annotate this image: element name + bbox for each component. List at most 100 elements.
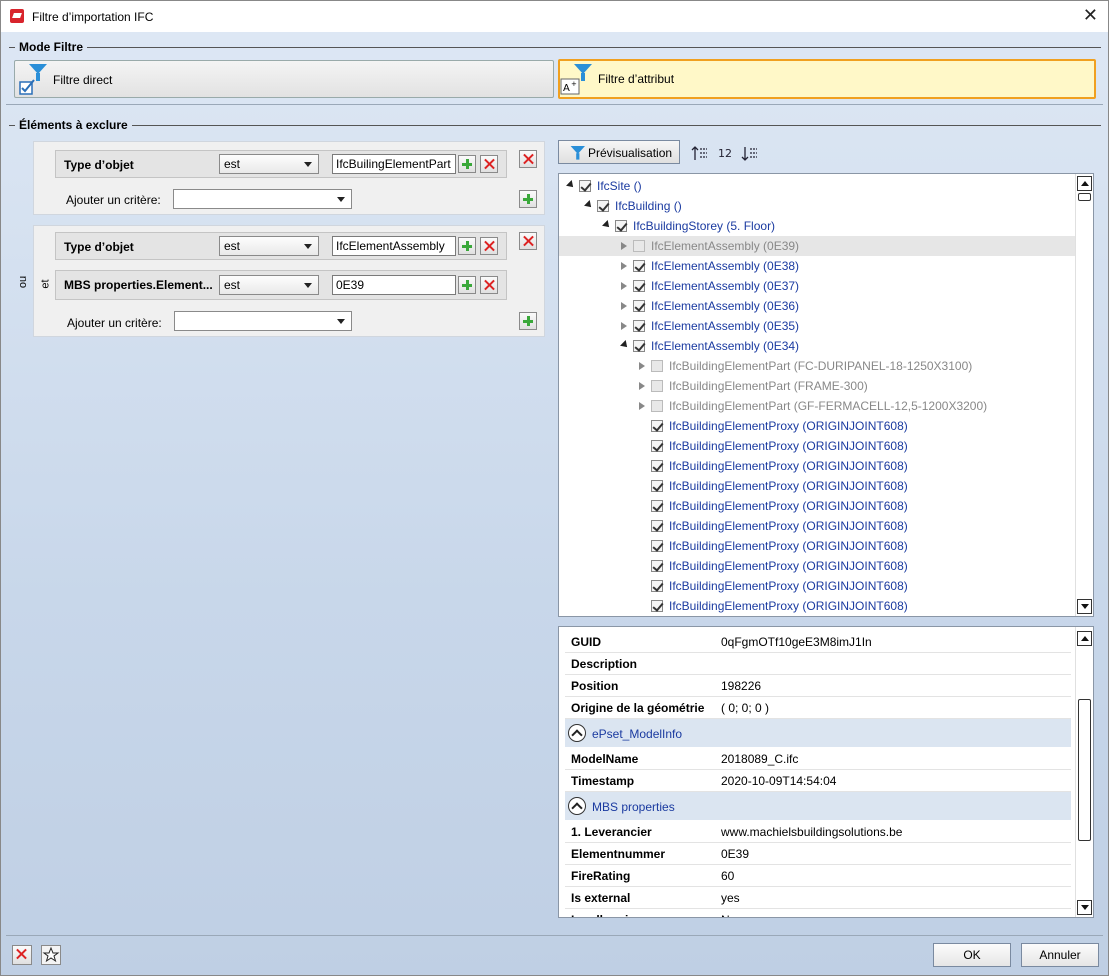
cancel-button[interactable]: Annuler: [1021, 943, 1099, 967]
direct-filter-button[interactable]: Filtre direct: [14, 60, 554, 98]
tree-node-checkbox[interactable]: [633, 340, 645, 352]
collapse-arrow-icon[interactable]: [620, 340, 630, 350]
criterion-value-input[interactable]: 0E39: [332, 275, 456, 295]
tree-node-checkbox[interactable]: [597, 200, 609, 212]
tree-node-checkbox[interactable]: [651, 580, 663, 592]
tree-node[interactable]: IfcBuildingElementProxy (ORIGINJOINT608): [559, 476, 1075, 496]
tree-node[interactable]: IfcBuildingElementPart (GF-FERMACELL-12,…: [559, 396, 1075, 416]
scroll-up-icon[interactable]: [1077, 176, 1092, 191]
collapse-section-icon[interactable]: [568, 724, 586, 742]
tree-node-checkbox[interactable]: [651, 560, 663, 572]
scroll-thumb[interactable]: [1078, 193, 1091, 201]
svg-text:+: +: [571, 80, 577, 88]
tree-node[interactable]: IfcBuildingElementPart (FRAME-300): [559, 376, 1075, 396]
tree-node-checkbox[interactable]: [651, 440, 663, 452]
tree-node-checkbox[interactable]: [651, 380, 663, 392]
expand-arrow-icon[interactable]: [621, 322, 627, 330]
tree-node-checkbox[interactable]: [579, 180, 591, 192]
tree-node[interactable]: IfcElementAssembly (0E36): [559, 296, 1075, 316]
tree-node[interactable]: IfcBuildingElementProxy (ORIGINJOINT608): [559, 456, 1075, 476]
collapse-section-icon[interactable]: [568, 797, 586, 815]
favorite-star-icon[interactable]: [41, 945, 61, 965]
tree-node-checkbox[interactable]: [633, 260, 645, 272]
properties-scrollbar[interactable]: [1075, 627, 1093, 917]
add-group-icon[interactable]: [519, 312, 537, 330]
tree-node[interactable]: IfcBuildingElementProxy (ORIGINJOINT608): [559, 416, 1075, 436]
add-criterion-select[interactable]: [173, 189, 352, 209]
expand-arrow-icon[interactable]: [639, 362, 645, 370]
tree-node[interactable]: IfcBuildingElementProxy (ORIGINJOINT608): [559, 576, 1075, 596]
criterion-value-input[interactable]: IfcBuilingElementPart: [332, 154, 456, 174]
tree-node[interactable]: IfcBuildingElementProxy (ORIGINJOINT608): [559, 596, 1075, 616]
collapse-arrow-icon[interactable]: [584, 200, 594, 210]
expand-arrow-icon[interactable]: [621, 262, 627, 270]
scroll-down-icon[interactable]: [1077, 900, 1092, 915]
tree-node-checkbox[interactable]: [651, 360, 663, 372]
scroll-down-icon[interactable]: [1077, 599, 1092, 614]
tree-node[interactable]: IfcBuilding (): [559, 196, 1075, 216]
tree-node[interactable]: IfcElementAssembly (0E34): [559, 336, 1075, 356]
tree-node-checkbox[interactable]: [651, 500, 663, 512]
tree-node[interactable]: IfcBuildingElementProxy (ORIGINJOINT608): [559, 536, 1075, 556]
delete-criterion-icon[interactable]: [480, 276, 498, 294]
expand-arrow-icon[interactable]: [621, 302, 627, 310]
add-or-criterion-icon[interactable]: [458, 276, 476, 294]
tree-node[interactable]: IfcElementAssembly (0E39): [559, 236, 1075, 256]
scroll-thumb[interactable]: [1078, 699, 1091, 841]
delete-group-icon[interactable]: [519, 150, 537, 168]
clear-filter-icon[interactable]: [12, 945, 32, 965]
add-or-criterion-icon[interactable]: [458, 155, 476, 173]
tree-node-checkbox[interactable]: [651, 600, 663, 612]
tree-node-checkbox[interactable]: [651, 540, 663, 552]
tree-node[interactable]: IfcBuildingElementProxy (ORIGINJOINT608): [559, 616, 1075, 617]
property-section[interactable]: ePset_ModelInfo: [565, 719, 1071, 747]
sort-tree-icon[interactable]: [691, 145, 709, 161]
tree-node[interactable]: IfcElementAssembly (0E37): [559, 276, 1075, 296]
operator-select[interactable]: est: [219, 275, 319, 295]
tree-node[interactable]: IfcElementAssembly (0E35): [559, 316, 1075, 336]
ok-button[interactable]: OK: [933, 943, 1011, 967]
tree-node-checkbox[interactable]: [651, 460, 663, 472]
expand-arrow-icon[interactable]: [621, 242, 627, 250]
tree-node-checkbox[interactable]: [651, 400, 663, 412]
add-group-icon[interactable]: [519, 190, 537, 208]
tree-node[interactable]: IfcBuildingElementProxy (ORIGINJOINT608): [559, 516, 1075, 536]
expand-arrow-icon[interactable]: [639, 402, 645, 410]
operator-select[interactable]: est: [219, 154, 319, 174]
tree-node-checkbox[interactable]: [633, 280, 645, 292]
property-section[interactable]: MBS properties: [565, 792, 1071, 820]
expand-arrow-icon[interactable]: [639, 382, 645, 390]
collapse-arrow-icon[interactable]: [566, 180, 576, 190]
expand-arrow-icon[interactable]: [621, 282, 627, 290]
add-or-criterion-icon[interactable]: [458, 237, 476, 255]
tree-node[interactable]: IfcBuildingElementProxy (ORIGINJOINT608): [559, 436, 1075, 456]
tree-node-checkbox[interactable]: [633, 320, 645, 332]
add-criterion-select[interactable]: [174, 311, 352, 331]
criterion-value-input[interactable]: IfcElementAssembly: [332, 236, 456, 256]
tree-scrollbar[interactable]: [1075, 174, 1093, 616]
tree-node-checkbox[interactable]: [633, 240, 645, 252]
tree-node-checkbox[interactable]: [633, 300, 645, 312]
tree-node[interactable]: IfcElementAssembly (0E38): [559, 256, 1075, 276]
tree-node-checkbox[interactable]: [651, 520, 663, 532]
tree-node[interactable]: IfcSite (): [559, 176, 1075, 196]
tree-node[interactable]: IfcBuildingElementProxy (ORIGINJOINT608): [559, 556, 1075, 576]
preview-button[interactable]: Prévisualisation: [558, 140, 680, 164]
sort-desc-icon[interactable]: [741, 145, 759, 161]
attribute-filter-button[interactable]: A + Filtre d’attribut: [558, 59, 1096, 99]
tree-node[interactable]: IfcBuildingElementProxy (ORIGINJOINT608): [559, 496, 1075, 516]
sort-number-icon[interactable]: 12: [718, 147, 736, 163]
tree-node-checkbox[interactable]: [651, 420, 663, 432]
tree-node-checkbox[interactable]: [651, 480, 663, 492]
close-icon[interactable]: ✕: [1083, 5, 1098, 26]
scroll-up-icon[interactable]: [1077, 631, 1092, 646]
delete-group-icon[interactable]: [519, 232, 537, 250]
operator-select[interactable]: est: [219, 236, 319, 256]
tree-node[interactable]: IfcBuildingElementPart (FC-DURIPANEL-18-…: [559, 356, 1075, 376]
tree-node-checkbox[interactable]: [615, 220, 627, 232]
delete-criterion-icon[interactable]: [480, 155, 498, 173]
collapse-arrow-icon[interactable]: [602, 220, 612, 230]
tree-node[interactable]: IfcBuildingStorey (5. Floor): [559, 216, 1075, 236]
delete-criterion-icon[interactable]: [480, 237, 498, 255]
ifc-tree-view[interactable]: IfcSite () IfcBuilding () IfcBuildingStore…: [558, 173, 1094, 617]
